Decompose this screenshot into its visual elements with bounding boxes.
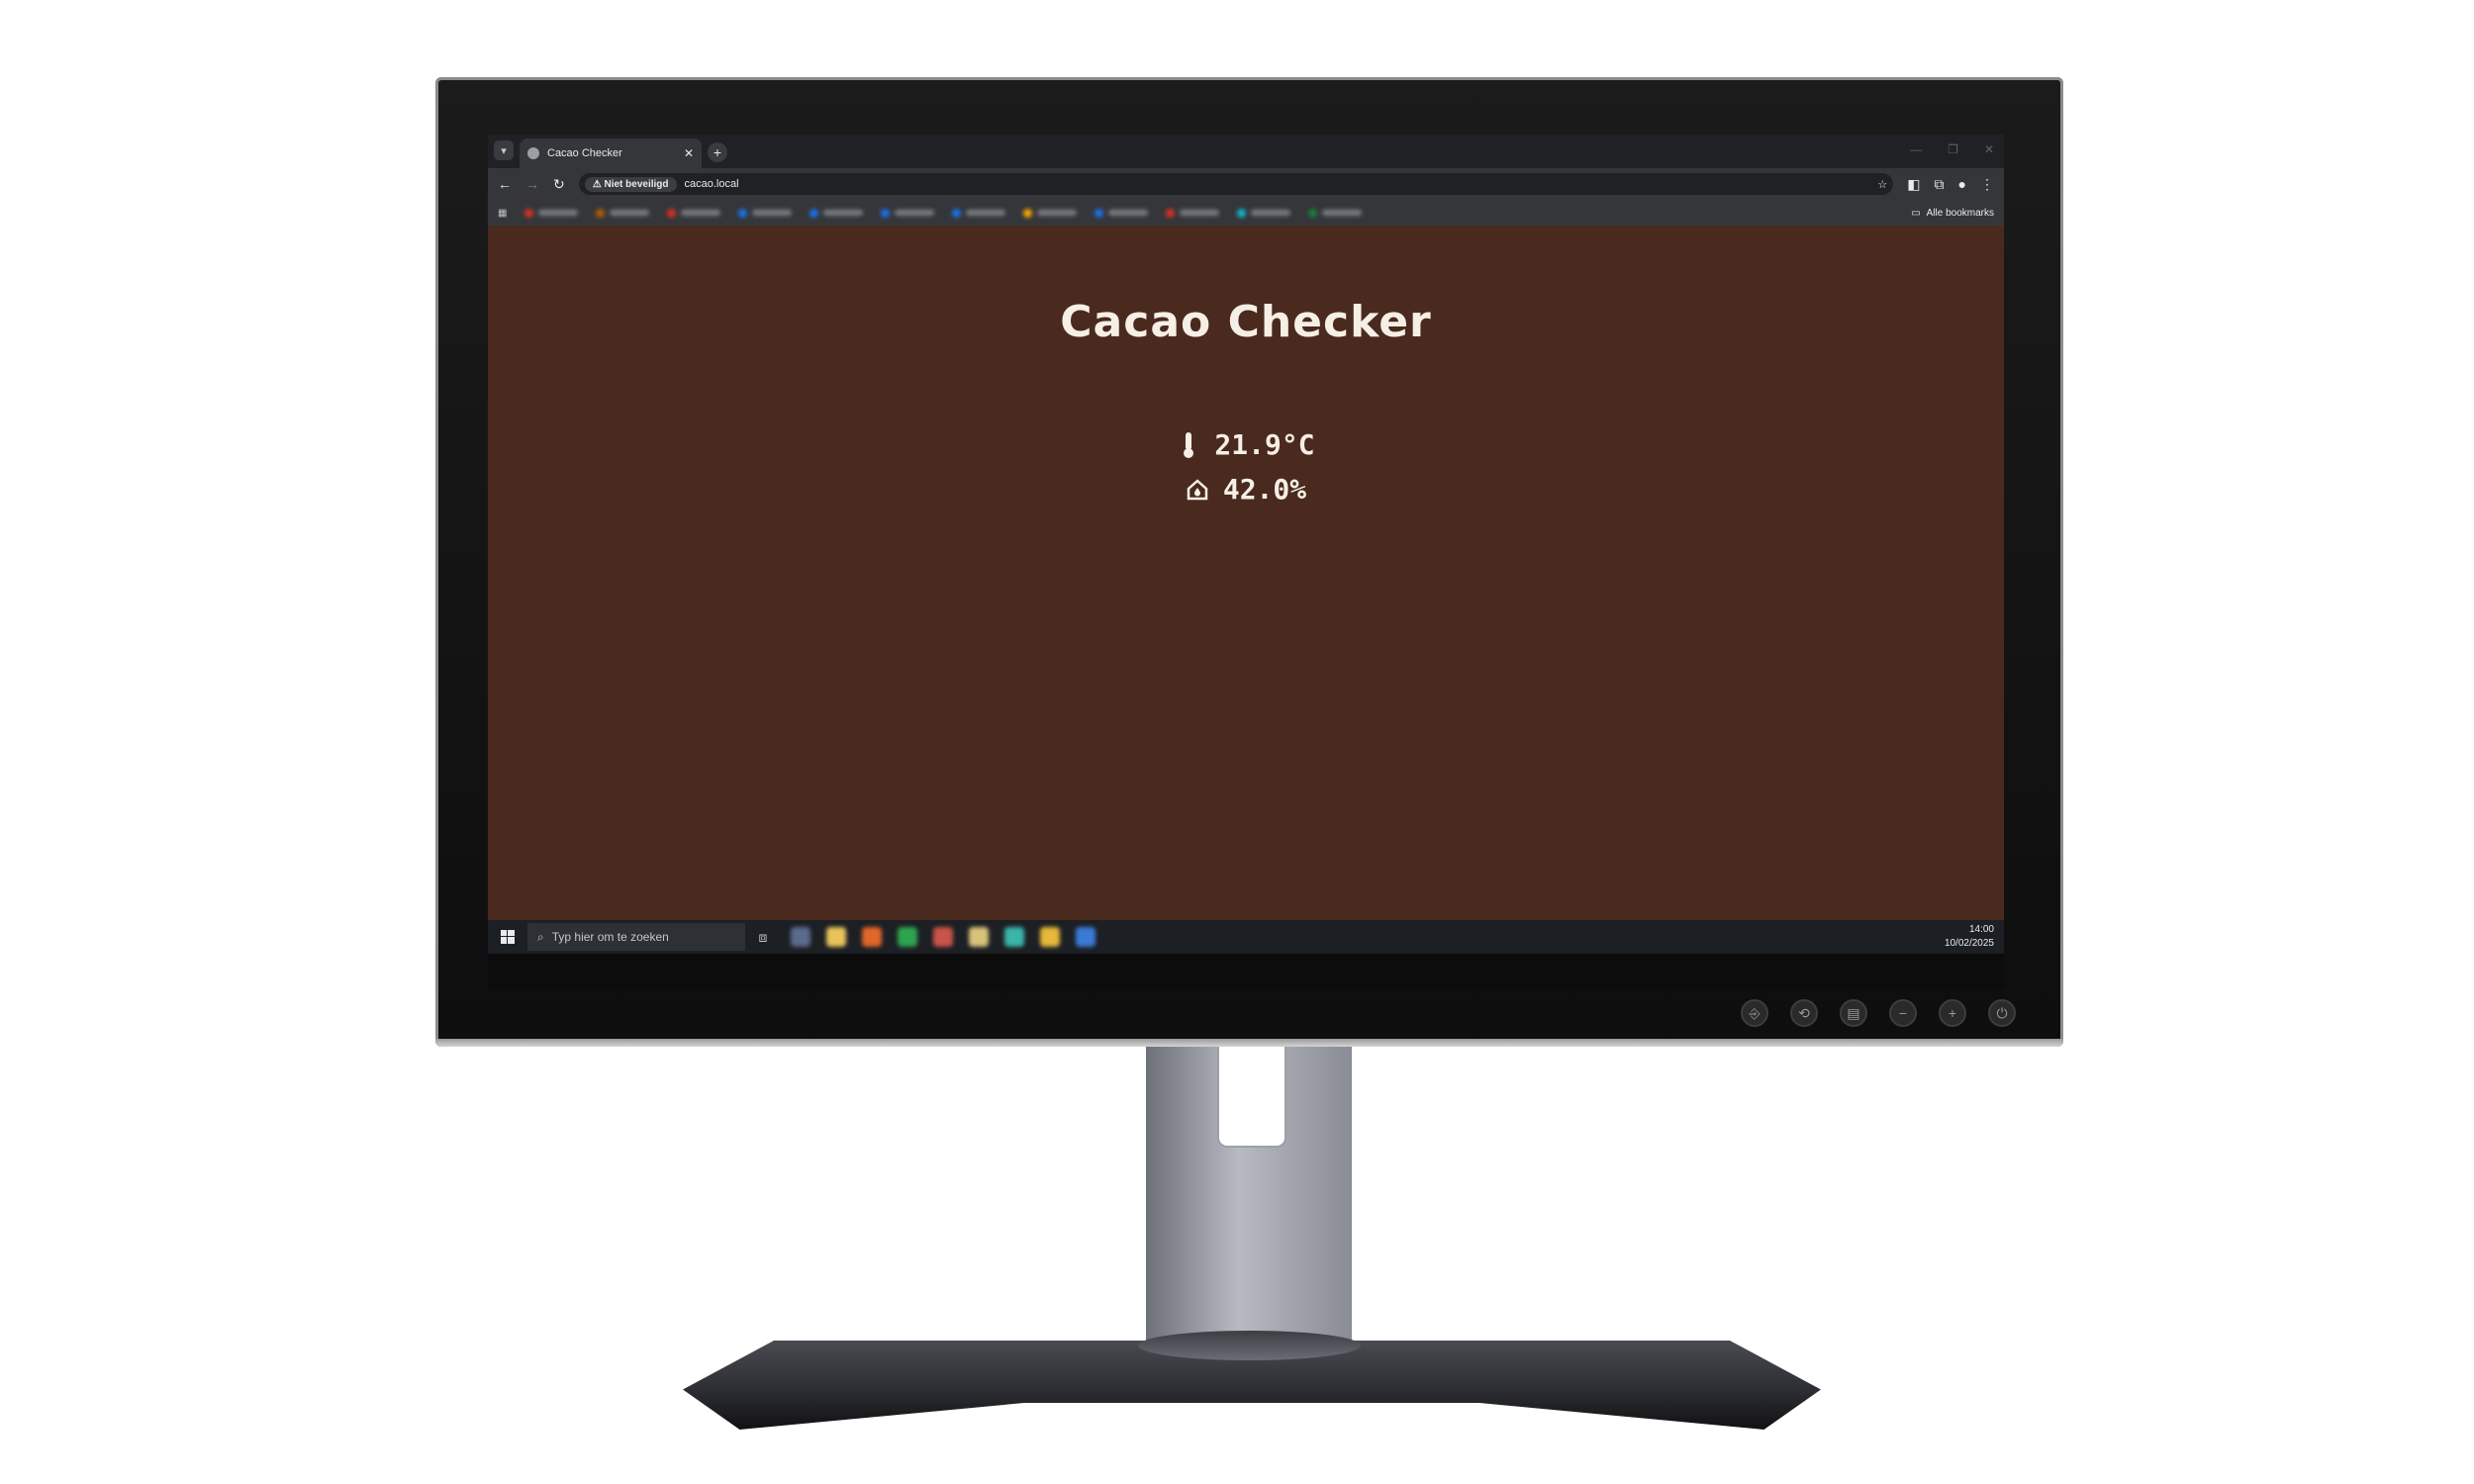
search-icon: ⌕ [537, 929, 544, 944]
url-text: cacao.local [684, 178, 739, 190]
puzzle-extensions-icon[interactable]: ⧉ [1935, 176, 1945, 193]
task-view-icon[interactable]: ⧈ [745, 929, 781, 946]
back-icon[interactable]: ← [498, 176, 512, 192]
folder-icon: ▭ [1911, 207, 1921, 219]
taskbar-app-icon[interactable] [826, 927, 846, 947]
page-title: Cacao Checker [1060, 297, 1432, 347]
taskbar-app-icon[interactable] [791, 927, 810, 947]
bookmark-item[interactable] [738, 208, 793, 218]
reload-icon[interactable]: ↻ [553, 176, 565, 193]
taskbar-app-icon[interactable] [898, 927, 917, 947]
forward-icon[interactable]: → [525, 176, 539, 192]
apps-grid-icon[interactable]: ▦ [498, 208, 507, 219]
security-chip[interactable]: ⚠ Niet beveiligd [584, 176, 677, 192]
monitor: ▾ Cacao Checker ✕ + — ❐ ✕ ← → ↻ ⚠ Niet b… [435, 77, 2063, 1047]
clock-time: 14:00 [1968, 924, 1994, 935]
plus-icon[interactable]: + [1939, 999, 1966, 1027]
bookmark-item[interactable] [1023, 208, 1078, 218]
bookmark-item[interactable] [1094, 208, 1149, 218]
readings: 21.9°C 42.0% [488, 428, 2004, 506]
profile-avatar[interactable]: ● [1958, 176, 1966, 192]
taskbar-app-icon[interactable] [862, 927, 882, 947]
bookmarks-bar: ▦ ▭ Alle bookmarks [488, 200, 2004, 227]
all-bookmarks-label: Alle bookmarks [1926, 207, 1994, 219]
bookmark-item[interactable] [952, 208, 1006, 218]
close-window-icon[interactable]: ✕ [1984, 142, 1994, 156]
tab-cacao-checker[interactable]: Cacao Checker ✕ [520, 139, 702, 168]
window-controls: — ❐ ✕ [1910, 142, 1994, 156]
bookmark-item[interactable] [524, 208, 579, 218]
address-bar[interactable]: ⚠ Niet beveiligd cacao.local ☆ [578, 173, 1894, 195]
tab-title: Cacao Checker [547, 147, 622, 159]
home-humidity-icon [1186, 476, 1209, 504]
browser-tabstrip: ▾ Cacao Checker ✕ + — ❐ ✕ [488, 135, 2004, 168]
all-bookmarks-button[interactable]: ▭ Alle bookmarks [1911, 208, 1994, 219]
bookmark-item[interactable] [809, 208, 864, 218]
bookmark-item[interactable] [1308, 208, 1363, 218]
bookmark-item[interactable] [1237, 208, 1291, 218]
monitor-buttons: ⎆ ⟲ ▤ − + ⏻ [1741, 999, 2016, 1027]
input-source-icon[interactable]: ⎆ [1741, 999, 1768, 1027]
globe-icon [527, 147, 539, 159]
taskbar: ⌕ Typ hier om te zoeken ⧈ 14:00 10/02/20… [488, 920, 2004, 954]
taskbar-app-icon[interactable] [969, 927, 989, 947]
temperature-value: 21.9°C [1214, 428, 1315, 461]
tab-search-button[interactable]: ▾ [494, 140, 514, 160]
humidity-value: 42.0% [1222, 473, 1307, 506]
bookmark-item[interactable] [1166, 208, 1220, 218]
cable-hole [1217, 1047, 1286, 1148]
taskbar-search-input[interactable]: ⌕ Typ hier om te zoeken [527, 923, 745, 951]
auto-adjust-icon[interactable]: ⟲ [1790, 999, 1818, 1027]
bookmark-item[interactable] [667, 208, 721, 218]
stand-joint [1138, 1331, 1361, 1360]
humidity-reading: 42.0% [1186, 473, 1306, 506]
menu-kebab-icon[interactable]: ⋮ [1980, 176, 1994, 193]
screen: ▾ Cacao Checker ✕ + — ❐ ✕ ← → ↻ ⚠ Niet b… [488, 135, 2004, 989]
minus-icon[interactable]: − [1889, 999, 1917, 1027]
new-tab-button[interactable]: + [708, 142, 727, 162]
menu-icon[interactable]: ▤ [1840, 999, 1867, 1027]
windows-start-icon[interactable] [488, 930, 527, 944]
security-label: Niet beveiligd [604, 178, 669, 190]
taskbar-app-icon[interactable] [933, 927, 953, 947]
taskbar-clock[interactable]: 14:00 10/02/2025 [1945, 923, 2004, 951]
taskbar-app-icon[interactable] [1040, 927, 1060, 947]
taskbar-app-icon[interactable] [1004, 927, 1024, 947]
bookmark-item[interactable] [881, 208, 935, 218]
close-tab-icon[interactable]: ✕ [684, 146, 694, 160]
bookmark-star-icon[interactable]: ☆ [1877, 178, 1887, 191]
temperature-reading: 21.9°C [1177, 428, 1315, 461]
power-icon[interactable]: ⏻ [1988, 999, 2016, 1027]
bookmark-item[interactable] [596, 208, 650, 218]
thermometer-icon [1177, 431, 1200, 459]
taskbar-pinned-apps [781, 927, 1095, 947]
browser-toolbar: ← → ↻ ⚠ Niet beveiligd cacao.local ☆ ◧ ⧉… [488, 168, 2004, 200]
extension-icon[interactable]: ◧ [1907, 176, 1920, 193]
clock-date: 10/02/2025 [1944, 938, 1994, 949]
minimize-icon[interactable]: — [1910, 142, 1922, 156]
screen-bottom-edge [488, 954, 2004, 989]
page-content: Cacao Checker 21.9°C 42.0% [488, 226, 2004, 898]
taskbar-app-icon[interactable] [1076, 927, 1095, 947]
restore-icon[interactable]: ❐ [1948, 142, 1958, 156]
search-placeholder: Typ hier om te zoeken [551, 930, 669, 944]
